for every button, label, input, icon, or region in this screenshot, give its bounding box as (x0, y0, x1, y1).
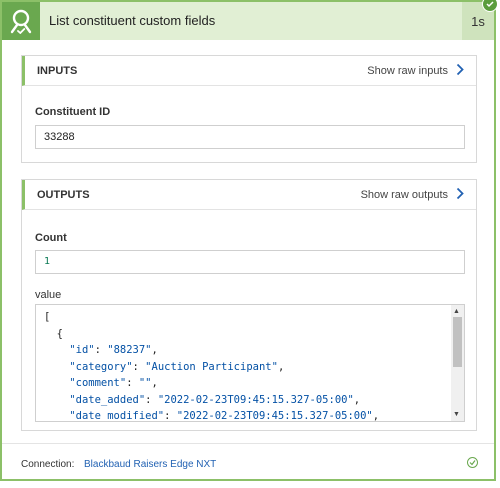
connection-label: Connection: (21, 459, 75, 470)
connection-ok-icon (467, 457, 478, 468)
chevron-right-icon (456, 187, 464, 203)
constituent-id-field[interactable]: 33288 (35, 125, 465, 149)
json-line: "date_added": "2022-02-23T09:45:15.327-0… (69, 393, 361, 406)
inputs-header: INPUTS Show raw inputs (22, 56, 476, 86)
footer-divider (2, 443, 494, 444)
json-value: "Auction Participant" (145, 360, 278, 373)
json-line: { (44, 326, 379, 343)
json-key: "date_added" (69, 393, 146, 406)
show-raw-outputs-label: Show raw outputs (360, 189, 448, 201)
value-json-viewer[interactable]: [ { "id": "88237", "category": "Auction … (35, 304, 465, 422)
show-raw-outputs-button[interactable]: Show raw outputs (361, 187, 464, 203)
json-value: "2022-02-23T09:45:15.327-05:00" (157, 393, 354, 406)
json-code: [ { "id": "88237", "category": "Auction … (44, 309, 380, 422)
constituent-id-label: Constituent ID (35, 106, 111, 118)
json-key: "id" (69, 344, 95, 356)
action-card: List constituent custom fields 1s INPUTS… (0, 0, 498, 481)
scrollbar-thumb[interactable] (453, 317, 462, 367)
json-key: "date_modified" (69, 410, 165, 422)
json-value: "2022-02-23T09:45:15.327-05:00" (176, 410, 373, 422)
value-label: value (35, 289, 62, 301)
json-value: "" (138, 377, 152, 389)
connection-link[interactable]: Blackbaud Raisers Edge NXT (84, 459, 216, 470)
success-check-icon (482, 0, 498, 12)
vertical-scrollbar[interactable]: ▲ ▼ (451, 305, 464, 421)
count-field[interactable]: 1 (35, 250, 465, 274)
outputs-section: OUTPUTS Show raw outputs Count 1 value [… (21, 179, 477, 431)
json-line: "id": "88237", (69, 344, 158, 356)
json-line: "comment": "", (69, 377, 158, 389)
scroll-down-arrow-icon[interactable]: ▼ (453, 411, 460, 418)
chevron-right-icon (456, 63, 464, 79)
show-raw-inputs-label: Show raw inputs (367, 65, 448, 77)
show-raw-inputs-button[interactable]: Show raw inputs (367, 63, 464, 79)
action-header[interactable]: List constituent custom fields 1s (2, 0, 498, 40)
json-bracket: { (56, 327, 63, 340)
json-value: "88237" (107, 344, 152, 356)
scroll-up-arrow-icon[interactable]: ▲ (453, 308, 460, 315)
outputs-header: OUTPUTS Show raw outputs (22, 180, 476, 210)
action-title: List constituent custom fields (49, 13, 216, 28)
json-key: "comment" (69, 377, 127, 389)
json-line: [ (44, 309, 379, 326)
json-bracket: [ (44, 311, 51, 323)
outputs-title: OUTPUTS (37, 189, 90, 201)
json-line: "category": "Auction Participant", (69, 360, 285, 373)
json-line: "date_modified": "2022-02-23T09:45:15.32… (69, 410, 380, 422)
connector-icon (2, 2, 40, 40)
json-key: "category" (69, 360, 133, 373)
count-label: Count (35, 232, 67, 244)
inputs-section: INPUTS Show raw inputs Constituent ID 33… (21, 55, 477, 163)
inputs-title: INPUTS (37, 65, 78, 77)
